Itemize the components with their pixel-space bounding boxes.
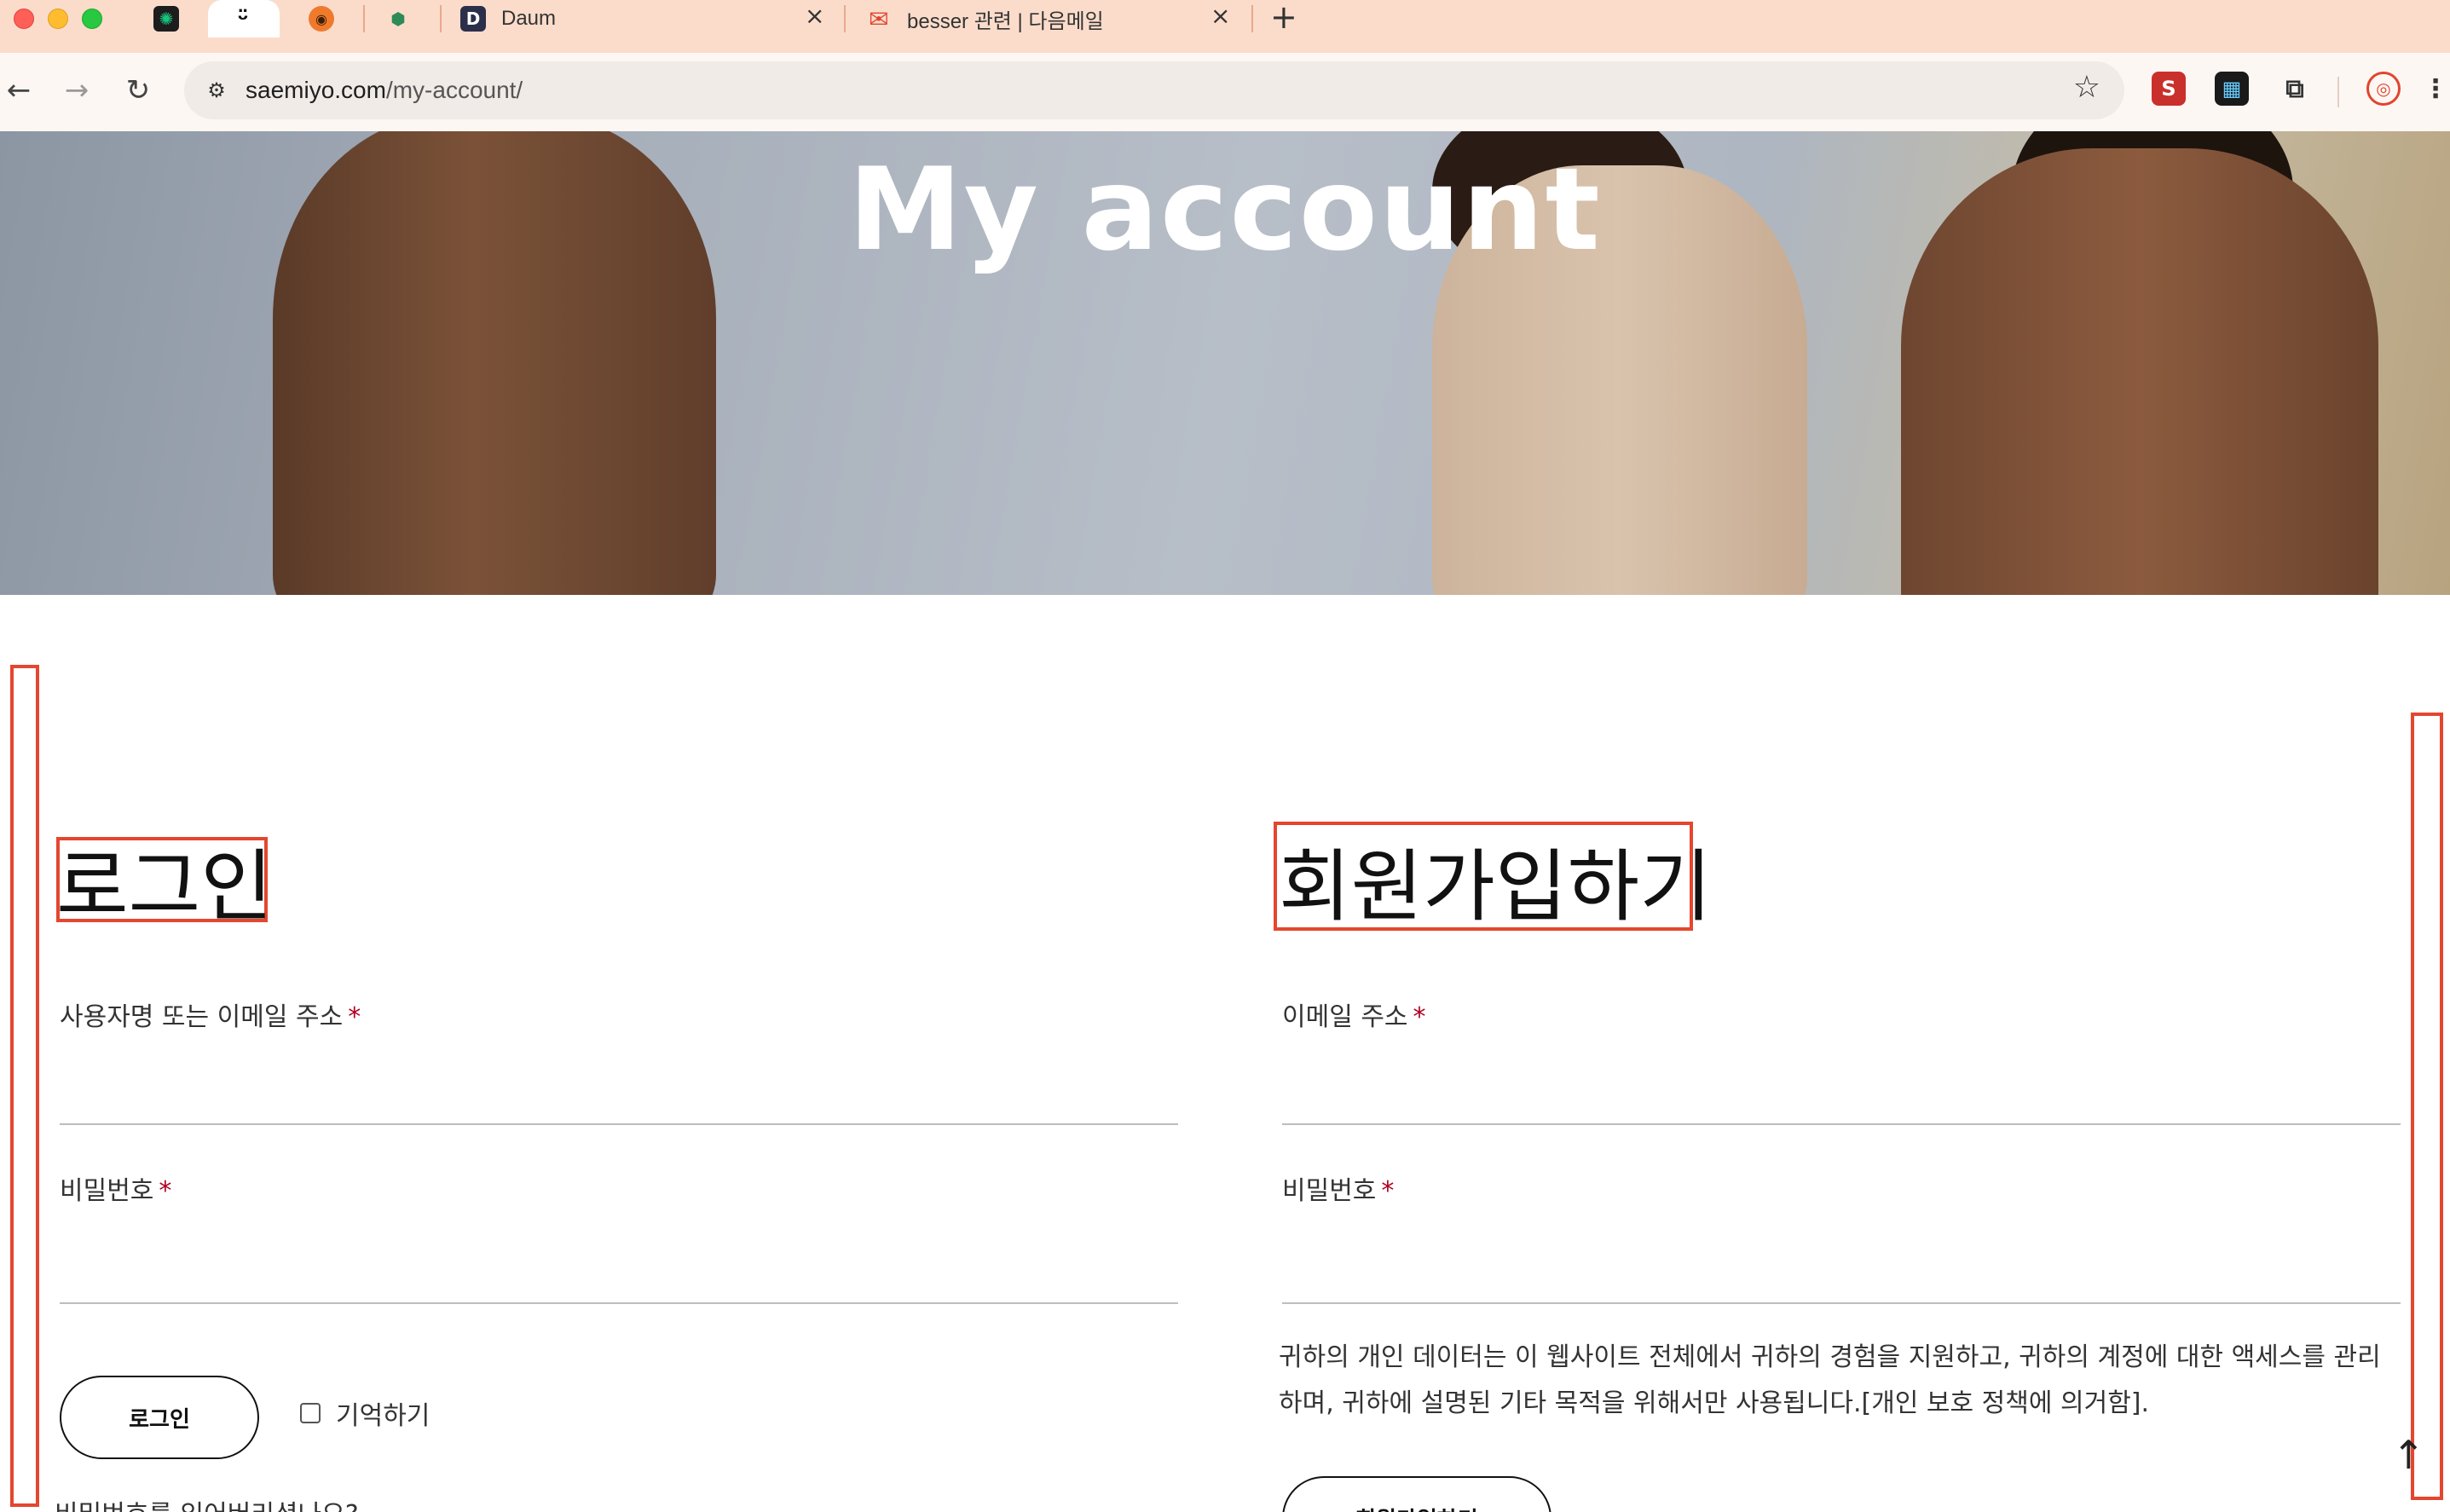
hero-banner: My account xyxy=(0,131,2450,595)
tab-close-icon[interactable]: × xyxy=(1211,2,1230,30)
bookmark-star-icon[interactable]: ☆ xyxy=(2073,70,2100,105)
login-title: 로그인 xyxy=(56,841,273,932)
tab-title: besser 관련 | 다음메일 xyxy=(907,9,1104,33)
tab-title: Daum xyxy=(501,7,557,30)
tab-separator xyxy=(1251,5,1253,32)
tab-separator xyxy=(363,5,365,32)
tab-separator xyxy=(440,5,442,32)
tab-active[interactable]: ᵕ̈ xyxy=(208,0,280,38)
register-password-input[interactable] xyxy=(1282,1253,2401,1304)
pumpkin-icon: ◉ xyxy=(309,6,334,32)
register-email-input[interactable] xyxy=(1282,1074,2401,1125)
s-extension-icon[interactable]: S xyxy=(2152,72,2186,106)
annotation-box-right-column xyxy=(2411,713,2443,1500)
tab-extension[interactable]: ⬢ xyxy=(375,0,426,38)
username-label: 사용자명 또는 이메일 주소 * xyxy=(60,1002,361,1032)
tab-close-icon[interactable]: × xyxy=(805,2,824,30)
reload-icon[interactable]: ↻ xyxy=(119,72,157,109)
window-close-button[interactable] xyxy=(14,9,34,29)
page-title: My account xyxy=(848,143,1602,276)
tab-separator xyxy=(844,5,846,32)
extension-puzzle-icon: ⬢ xyxy=(390,9,406,29)
url-text[interactable]: saemiyo.com/my-account/ xyxy=(246,77,523,104)
extensions-puzzle-icon[interactable]: ⧉ xyxy=(2278,72,2312,106)
window-zoom-button[interactable] xyxy=(82,9,102,29)
mail-icon: ✉ xyxy=(869,4,889,33)
back-arrow-icon[interactable]: ← xyxy=(0,72,38,109)
annotation-box-left-column xyxy=(10,665,39,1507)
menu-kebab-icon[interactable]: ⋮ xyxy=(2423,72,2448,106)
chatgpt-icon: ✺ xyxy=(153,6,179,32)
remember-me-label: 기억하기 xyxy=(336,1401,430,1431)
toolbar-separator xyxy=(2337,77,2339,107)
register-button[interactable]: 회원가입하기 xyxy=(1282,1476,1551,1512)
login-password-label: 비밀번호 * xyxy=(60,1176,172,1206)
forward-arrow-icon[interactable]: → xyxy=(58,72,95,109)
app-icon: ᵕ̈ xyxy=(237,4,249,33)
lost-password-link[interactable]: 비밀번호를 잊어버리셨나요? xyxy=(55,1493,359,1512)
tab-daum[interactable]: D Daum xyxy=(460,0,835,38)
new-tab-button[interactable]: + xyxy=(1270,0,1297,34)
profile-avatar-icon[interactable]: ◎ xyxy=(2366,72,2401,106)
register-email-label: 이메일 주소 * xyxy=(1282,1002,1426,1032)
scroll-to-top-arrow-icon[interactable]: ↑ xyxy=(2392,1432,2425,1478)
site-settings-icon[interactable]: ⚙ xyxy=(199,73,234,107)
register-title: 회원가입하기 xyxy=(1279,841,1712,932)
login-password-input[interactable] xyxy=(60,1253,1178,1304)
browser-tab-strip: ✺ ᵕ̈ ◉ ⬢ D Daum × ✉ besser 관련 | 다음메일 × + xyxy=(0,0,2450,53)
window-minimize-button[interactable] xyxy=(48,9,68,29)
browser-toolbar: ← → ↻ ⚙ saemiyo.com/my-account/ ☆ S ▦ ⧉ … xyxy=(0,53,2450,131)
username-input[interactable] xyxy=(60,1074,1178,1125)
qr-extension-icon[interactable]: ▦ xyxy=(2215,72,2249,106)
tab-daum-mail[interactable]: ✉ besser 관련 | 다음메일 xyxy=(866,0,1241,38)
privacy-notice: 귀하의 개인 데이터는 이 웹사이트 전체에서 귀하의 경험을 지원하고, 귀하… xyxy=(1279,1342,2381,1418)
tab-pumpkin[interactable]: ◉ xyxy=(298,0,350,38)
address-bar[interactable]: ⚙ saemiyo.com/my-account/ ☆ xyxy=(184,61,2124,119)
daum-icon: D xyxy=(460,6,486,32)
login-button[interactable]: 로그인 xyxy=(60,1376,259,1459)
tab-chatgpt[interactable]: ✺ xyxy=(143,0,194,38)
checkbox-icon[interactable] xyxy=(300,1403,321,1423)
remember-me-checkbox[interactable]: 기억하기 xyxy=(300,1394,430,1432)
register-password-label: 비밀번호 * xyxy=(1282,1176,1395,1206)
